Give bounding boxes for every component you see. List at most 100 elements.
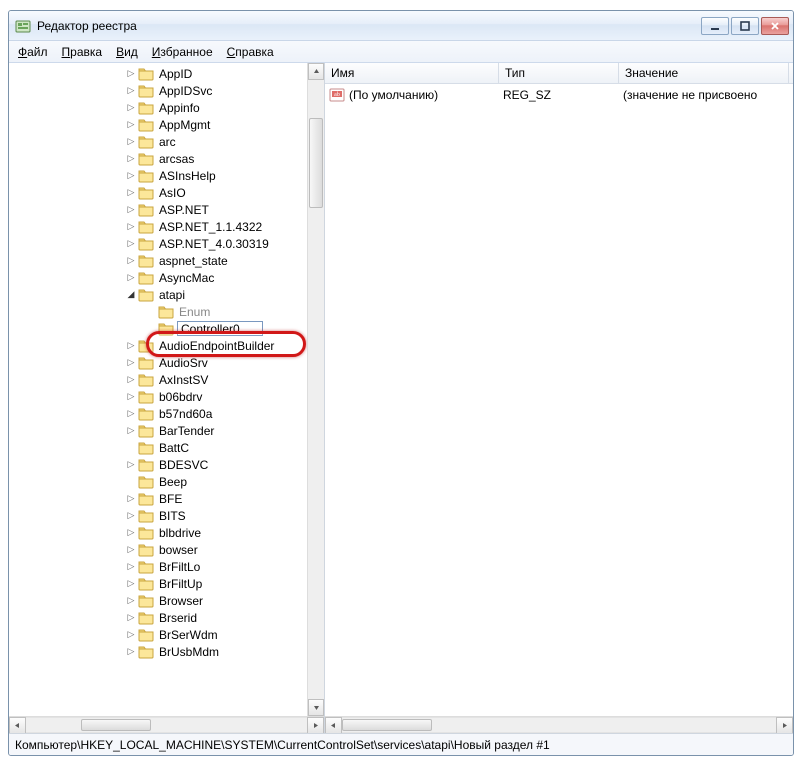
tree-node[interactable]: ▷ Browser [9,592,307,609]
tree-node[interactable]: ▷ BrFiltUp [9,575,307,592]
expand-icon[interactable]: ▷ [125,544,137,555]
registry-tree[interactable]: ▷ AppID ▷ AppIDSvc ▷ Appinfo ▷ AppMgmt ▷… [9,65,307,660]
value-row[interactable]: ab(По умолчанию) REG_SZ (значение не при… [325,86,793,103]
maximize-button[interactable] [731,17,759,35]
expand-icon[interactable]: ▷ [125,374,137,385]
expand-icon[interactable]: ▷ [125,510,137,521]
tree-node[interactable]: ▷ BarTender [9,422,307,439]
expand-icon[interactable]: ▷ [125,153,137,164]
tree-node[interactable]: ▷ aspnet_state [9,252,307,269]
value-data: (значение не присвоено [623,88,793,102]
tree-horizontal-scrollbar[interactable] [9,716,324,733]
tree-node[interactable]: ▷ ASP.NET_4.0.30319 [9,235,307,252]
tree-node-label: b06bdrv [157,390,204,404]
tree-node[interactable]: ▷ AsyncMac [9,269,307,286]
list-horizontal-scrollbar[interactable] [325,716,793,733]
tree-node-label: AsyncMac [157,271,216,285]
tree-node[interactable]: ▷ arc [9,133,307,150]
tree-node[interactable]: ▷ AppID [9,65,307,82]
tree-node[interactable]: ▷ AppMgmt [9,116,307,133]
expand-icon[interactable]: ▷ [125,391,137,402]
scroll-right-arrow-icon[interactable] [776,717,793,733]
scroll-down-arrow-icon[interactable] [308,699,324,716]
list-header[interactable]: ИмяТипЗначение [325,63,793,84]
tree-node[interactable]: ▷ b57nd60a [9,405,307,422]
tree-node[interactable]: ▷ BFE [9,490,307,507]
rename-input[interactable] [177,321,263,336]
tree-node[interactable]: ▷ AppIDSvc [9,82,307,99]
tree-node[interactable]: ▷ BrSerWdm [9,626,307,643]
scroll-left-arrow-icon[interactable] [325,717,342,733]
tree-node[interactable]: ▷ Appinfo [9,99,307,116]
tree-node[interactable]: ▷ blbdrive [9,524,307,541]
tree-node[interactable]: ▷ ASP.NET [9,201,307,218]
expand-icon[interactable]: ▷ [125,425,137,436]
tree-node-label: AxInstSV [157,373,210,387]
tree-node[interactable]: ▷ BDESVC [9,456,307,473]
tree-node-editing[interactable] [9,320,307,337]
tree-node[interactable]: ▷ AudioSrv [9,354,307,371]
tree-node[interactable]: ▷ BrFiltLo [9,558,307,575]
tree-node[interactable]: ▷ Brserid [9,609,307,626]
scroll-thumb[interactable] [81,719,151,731]
column-header[interactable]: Тип [499,63,619,83]
scroll-left-arrow-icon[interactable] [9,717,26,733]
minimize-button[interactable] [701,17,729,35]
expand-icon[interactable]: ▷ [125,408,137,419]
menu-view[interactable]: Вид [109,43,145,61]
expand-icon[interactable]: ▷ [125,238,137,249]
expand-icon[interactable]: ▷ [125,170,137,181]
menu-file[interactable]: Файл [11,43,55,61]
expand-icon[interactable]: ▷ [125,595,137,606]
expand-icon[interactable]: ▷ [125,493,137,504]
tree-node[interactable]: ▷ AsIO [9,184,307,201]
expand-icon[interactable]: ▷ [125,459,137,470]
expand-icon[interactable]: ▷ [125,527,137,538]
menu-help[interactable]: Справка [220,43,281,61]
scroll-thumb[interactable] [342,719,432,731]
menu-favorites[interactable]: Избранное [145,43,220,61]
tree-node[interactable]: ▷ AudioEndpointBuilder [9,337,307,354]
expand-icon[interactable]: ▷ [125,578,137,589]
regedit-icon [15,18,31,34]
tree-node[interactable]: ▷ ASInsHelp [9,167,307,184]
title-bar[interactable]: Редактор реестра [9,11,793,41]
tree-vertical-scrollbar[interactable] [307,63,324,716]
expand-icon[interactable]: ▷ [125,136,137,147]
expand-icon[interactable]: ▷ [125,561,137,572]
expand-icon[interactable]: ▷ [125,612,137,623]
scroll-right-arrow-icon[interactable] [307,717,324,733]
tree-node[interactable]: ▷ b06bdrv [9,388,307,405]
close-button[interactable] [761,17,789,35]
expand-icon[interactable]: ▷ [125,272,137,283]
tree-node[interactable]: ▷ BrUsbMdm [9,643,307,660]
tree-node[interactable]: ▷ arcsas [9,150,307,167]
expand-icon[interactable]: ▷ [125,68,137,79]
expand-icon[interactable]: ▷ [125,255,137,266]
expand-icon[interactable]: ▷ [125,85,137,96]
expand-icon[interactable]: ▷ [125,102,137,113]
expand-icon[interactable]: ▷ [125,357,137,368]
tree-node[interactable]: ▷ bowser [9,541,307,558]
menu-edit[interactable]: Правка [55,43,110,61]
tree-node[interactable]: Enum [9,303,307,320]
tree-node[interactable]: ▷ BITS [9,507,307,524]
tree-node[interactable]: ▷ ASP.NET_1.1.4322 [9,218,307,235]
column-header[interactable]: Имя [325,63,499,83]
expand-icon[interactable]: ▷ [125,187,137,198]
column-header[interactable]: Значение [619,63,789,83]
expand-icon[interactable]: ▷ [125,646,137,657]
collapse-icon[interactable]: ◢ [125,289,137,300]
expand-icon[interactable]: ▷ [125,629,137,640]
values-list[interactable]: ab(По умолчанию) REG_SZ (значение не при… [325,84,793,716]
tree-node[interactable]: ▷ AxInstSV [9,371,307,388]
expand-icon[interactable]: ▷ [125,119,137,130]
expand-icon[interactable]: ▷ [125,204,137,215]
tree-node[interactable]: ◢ atapi [9,286,307,303]
scroll-thumb[interactable] [309,118,323,208]
scroll-up-arrow-icon[interactable] [308,63,324,80]
expand-icon[interactable]: ▷ [125,340,137,351]
tree-node[interactable]: BattC [9,439,307,456]
tree-node[interactable]: Beep [9,473,307,490]
expand-icon[interactable]: ▷ [125,221,137,232]
